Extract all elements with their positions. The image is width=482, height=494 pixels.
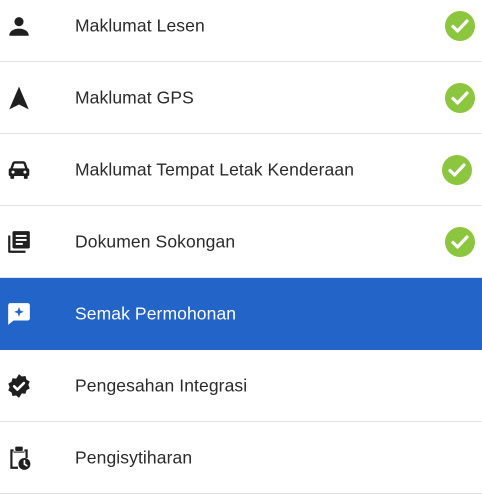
menu-item-pengisytiharan[interactable]: Pengisytiharan [0, 422, 482, 494]
menu-item-label: Maklumat Tempat Letak Kenderaan [75, 159, 355, 179]
car-icon [6, 157, 32, 183]
chat-add-icon [6, 301, 32, 327]
application-steps-menu: Maklumat Lesen Maklumat GPS Maklumat Tem… [0, 0, 482, 494]
menu-item-maklumat-gps[interactable]: Maklumat GPS [0, 62, 482, 134]
menu-item-label: Dokumen Sokongan [75, 231, 236, 251]
menu-item-label: Semak Permohonan [75, 303, 237, 323]
menu-item-pengesahan-integrasi[interactable]: Pengesahan Integrasi [0, 350, 482, 422]
check-circle-icon [444, 82, 476, 114]
menu-item-dokumen-sokongan[interactable]: Dokumen Sokongan [0, 206, 482, 278]
check-circle-icon [444, 226, 476, 258]
documents-icon [6, 229, 32, 255]
menu-item-maklumat-lesen[interactable]: Maklumat Lesen [0, 0, 482, 62]
menu-item-label: Maklumat Lesen [75, 15, 205, 35]
navigation-arrow-icon [6, 85, 32, 111]
menu-item-label: Pengisytiharan [75, 447, 193, 467]
menu-item-semak-permohonan[interactable]: Semak Permohonan [0, 278, 482, 350]
check-circle-icon [441, 154, 473, 186]
person-icon [6, 13, 32, 39]
menu-item-label: Maklumat GPS [75, 87, 194, 107]
menu-item-label: Pengesahan Integrasi [75, 375, 248, 395]
menu-item-maklumat-tempat-letak-kenderaan[interactable]: Maklumat Tempat Letak Kenderaan [0, 134, 482, 206]
check-circle-icon [444, 10, 476, 42]
clipboard-clock-icon [6, 445, 32, 471]
verified-badge-icon [6, 373, 32, 399]
